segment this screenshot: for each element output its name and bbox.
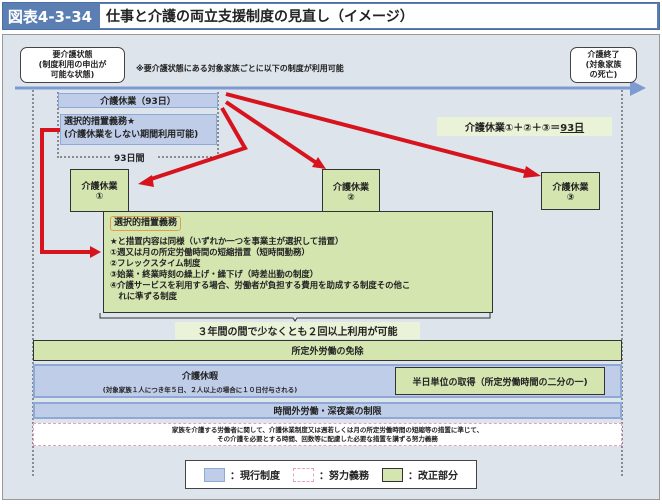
usage-note: ３年間の間で少なくとも２回以上利用が可能 — [175, 322, 420, 339]
selective-title: 選択的措置義務★ — [64, 117, 136, 127]
part-label: 介護休業 — [81, 182, 118, 192]
arrow-to-2 — [224, 100, 320, 166]
selective-detail-box: 選択的措置義務 ★と措置内容は同様（いずれか一つを事業主が選択して措置） ①週又… — [103, 211, 493, 313]
selective-line: ①週又は月の所定労働時間の短縮措置（短時間勤務） — [110, 247, 310, 257]
selective-line: れに準ずる制度 — [110, 291, 177, 301]
end-state-box: 介護終了 (対象家族 の死亡) — [570, 47, 637, 83]
part-label: 介護休業 — [332, 182, 369, 193]
leave-part-3: 介護休業 ③ — [541, 172, 600, 210]
legend-swatch-revised — [382, 467, 403, 482]
usage-bracket — [99, 313, 491, 322]
leave-part-1: 介護休業 ① — [70, 169, 129, 212]
selective-line: ③始業・終業時刻の繰上げ・繰下げ（時差出勤の制度） — [110, 269, 319, 279]
effort-line: その介護を必要とする時間、回数等に配慮した必要な措置を講ずる努力義務 — [217, 434, 438, 443]
part-number: ② — [347, 192, 355, 203]
legend-swatch-current — [204, 467, 225, 482]
selective-subtitle: (介護休業をしない期間利用可能) — [64, 130, 199, 140]
selective-detail-title: 選択的措置義務 — [110, 216, 182, 231]
legend: ：現行制度 ：努力義務 ：改正部分 — [185, 460, 477, 489]
formula-box: 介護休業①＋②＋③＝ 93日 — [437, 117, 612, 136]
legend-current: ：現行制度 — [230, 471, 280, 482]
part-label: 介護休業 — [552, 182, 589, 193]
selective-line: ④介護サービスを利用する場合、労働者が負担する費用を助成する制度その他こ — [110, 280, 411, 290]
start-note-2: 可能な状態) — [50, 70, 95, 79]
formula-text: 介護休業①＋②＋③＝ — [464, 123, 561, 134]
end-note-2: の死亡) — [589, 70, 618, 79]
period-label: 93日間 — [114, 151, 145, 164]
overtime-exemption-row: 所定外労働の免除 — [33, 340, 622, 361]
selective-measure-box: 選択的措置義務★ (介護休業をしない期間利用可能) — [60, 114, 217, 145]
effort-obligation-row: 家族を介護する労働者に関して、介護休業制度又は週若しくは月の所定労働時間の短縮等… — [33, 423, 622, 446]
start-note: (制度利用の申出が — [38, 60, 107, 69]
care-leave-note: (対象家族１人につき年５日、２人以上の場合に１０日付与される) — [102, 386, 298, 394]
half-day-box: 半日単位の取得（所定労働時間の二分の一) — [395, 367, 605, 395]
end-label: 介護終了 — [587, 50, 620, 59]
start-state-box: 要介護状態 (制度利用の申出が 可能な状態) — [20, 47, 125, 83]
legend-swatch-effort — [293, 467, 314, 482]
leave-part-2: 介護休業 ② — [322, 169, 380, 213]
selective-line: ②フレックスタイム制度 — [110, 258, 201, 268]
legend-effort: ：努力義務 — [319, 471, 369, 482]
part-number: ① — [95, 192, 104, 202]
care-leave-title: 介護休暇 — [181, 372, 218, 382]
end-note: (対象家族 — [585, 60, 622, 69]
selective-line: ★と措置内容は同様（いずれか一つを事業主が選択して措置） — [110, 236, 344, 246]
start-label: 要介護状態 — [52, 50, 93, 59]
formula-total: 93日 — [560, 123, 585, 134]
part-number: ③ — [566, 192, 575, 203]
timeline-note: ※要介護状態にある対象家族ごとに以下の制度が利用可能 — [136, 64, 344, 73]
effort-line: 家族を介護する労働者に関して、介護休業制度又は週若しくは月の所定労働時間の短縮等… — [171, 425, 484, 434]
legend-revised: ：改正部分 — [408, 471, 458, 482]
overtime-limit-row: 時間外労働・深夜業の制限 — [33, 402, 622, 419]
care-leave-93-box: 介護休業（93日） — [58, 93, 218, 108]
